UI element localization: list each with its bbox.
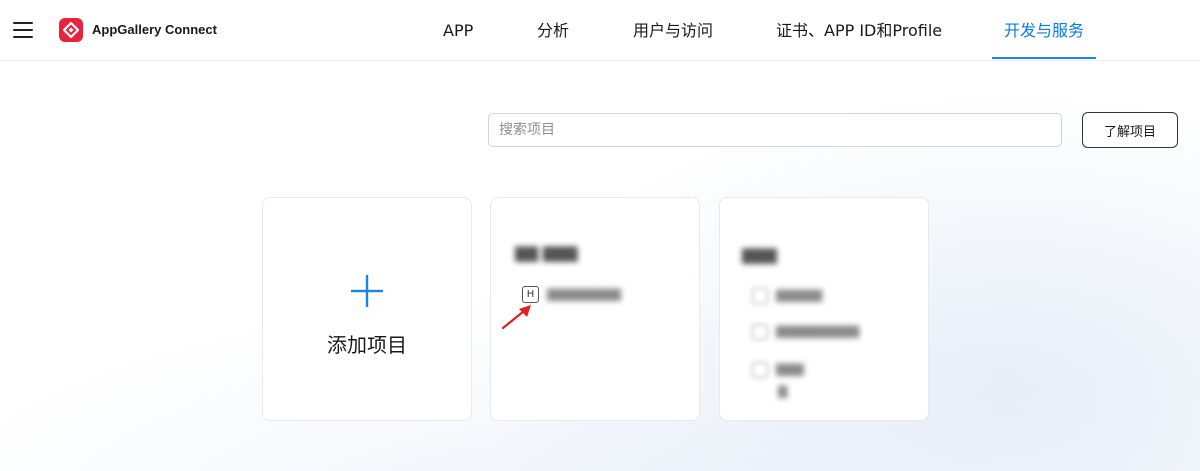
active-tab-indicator	[992, 57, 1096, 59]
nav-tab-certificates[interactable]: 证书、APP ID和Profile	[776, 20, 942, 42]
appgallery-logo-icon[interactable]	[59, 18, 83, 42]
learn-project-button[interactable]: 了解项目	[1082, 112, 1178, 148]
red-annotation-arrow-icon	[501, 305, 531, 330]
more-apps-indicator: ▇	[778, 384, 788, 398]
app-name[interactable]: AppGallery Connect	[92, 22, 217, 38]
nav-tab-dev-services[interactable]: 开发与服务	[1004, 20, 1084, 42]
app-type-icon	[752, 362, 768, 378]
plus-icon	[351, 275, 383, 307]
redacted-app-name: ▇▇▇▇▇▇▇▇▇	[776, 324, 860, 338]
hamburger-menu-icon[interactable]	[12, 20, 34, 40]
redacted-app-name: ▇▇▇▇▇	[776, 288, 823, 302]
search-projects-input[interactable]	[488, 113, 1062, 147]
top-navigation-bar: AppGallery Connect APP 分析 用户与访问 证书、APP I…	[0, 0, 1200, 61]
app-type-icon	[752, 288, 768, 304]
app-type-icon	[752, 324, 768, 340]
nav-tab-users-access[interactable]: 用户与访问	[633, 20, 713, 42]
add-project-label: 添加项目	[327, 333, 407, 357]
add-project-card[interactable]: 添加项目	[262, 197, 472, 421]
nav-tab-analytics[interactable]: 分析	[537, 20, 569, 42]
redacted-project-name: ▇▇▇	[742, 246, 777, 264]
redacted-app-name: ▇▇▇	[776, 362, 804, 376]
redacted-project-name: ▇▇ ▇▇▇	[515, 244, 578, 262]
project-card[interactable]: ▇▇▇ ▇▇▇▇▇ ▇▇▇▇▇▇▇▇▇ ▇▇▇ ▇	[719, 197, 929, 421]
nav-tab-app[interactable]: APP	[443, 20, 473, 42]
redacted-app-name: ▇▇▇▇▇▇▇▇	[547, 287, 621, 301]
